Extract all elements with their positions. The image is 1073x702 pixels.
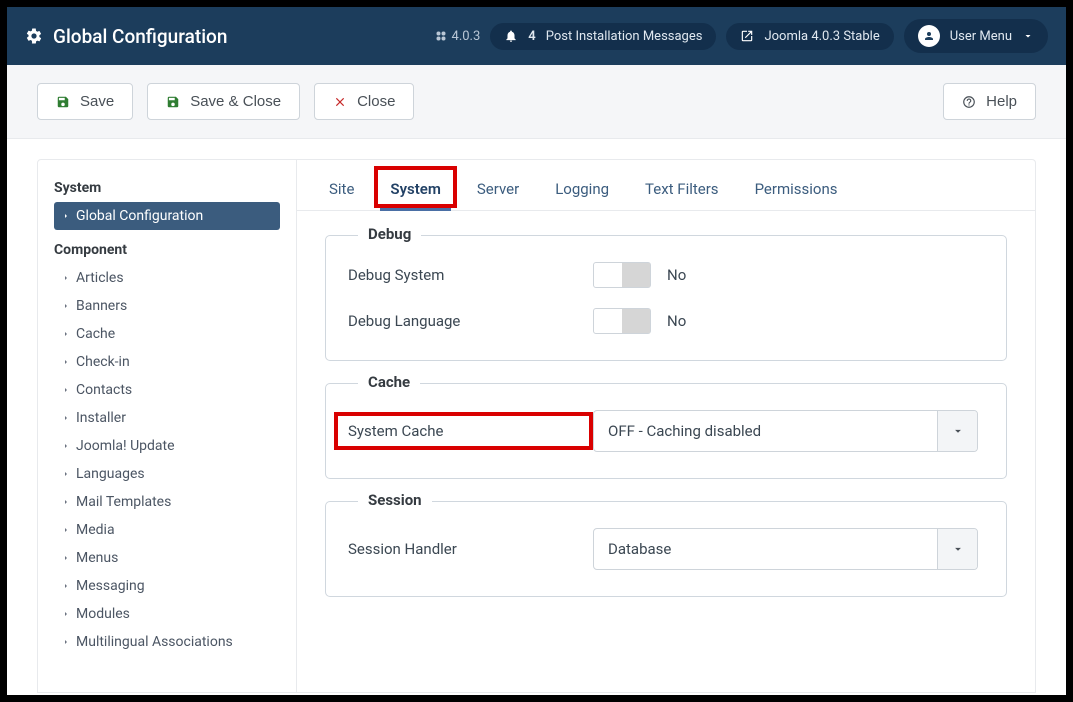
question-icon xyxy=(962,95,976,109)
notification-count: 4 xyxy=(528,29,535,44)
page-title: Global Configuration xyxy=(53,25,227,48)
sidebar-section-system: System xyxy=(54,180,280,196)
user-icon xyxy=(923,30,935,42)
tab-permissions[interactable]: Permissions xyxy=(751,174,842,210)
label-session-handler: Session Handler xyxy=(348,540,593,558)
value-debug-system: No xyxy=(667,266,686,284)
chevron-right-icon xyxy=(62,470,70,478)
chevron-right-icon xyxy=(62,274,70,282)
notifications-label: Post Installation Messages xyxy=(546,29,703,44)
sidebar-item-languages[interactable]: Languages xyxy=(54,460,280,488)
sidebar-item-cache[interactable]: Cache xyxy=(54,320,280,348)
label-system-cache: System Cache xyxy=(334,412,593,450)
highlight-box xyxy=(374,166,456,208)
user-menu-pill[interactable]: User Menu xyxy=(904,19,1048,53)
stable-pill[interactable]: Joomla 4.0.3 Stable xyxy=(726,23,893,50)
chevron-right-icon xyxy=(62,386,70,394)
chevron-right-icon xyxy=(62,610,70,618)
chevron-down-icon xyxy=(1022,30,1034,42)
stable-label: Joomla 4.0.3 Stable xyxy=(764,29,879,44)
help-button[interactable]: Help xyxy=(943,83,1036,120)
legend-debug: Debug xyxy=(358,225,421,243)
chevron-right-icon xyxy=(62,638,70,646)
chevron-down-icon xyxy=(937,411,977,451)
sidebar-item-check-in[interactable]: Check-in xyxy=(54,348,280,376)
sidebar-item-installer[interactable]: Installer xyxy=(54,404,280,432)
save-icon xyxy=(166,95,180,109)
topbar-right: 4.0.3 4 Post Installation Messages Jooml… xyxy=(435,19,1048,53)
joomla-icon xyxy=(435,30,447,42)
fieldset-cache: Cache System Cache OFF - Caching disable… xyxy=(325,383,1007,479)
action-toolbar: Save Save & Close Close Help xyxy=(7,65,1066,139)
notifications-pill[interactable]: 4 Post Installation Messages xyxy=(490,23,716,50)
fieldset-session: Session Session Handler Database xyxy=(325,501,1007,597)
tabs: Site System Server Logging Text Filters … xyxy=(297,160,1035,211)
chevron-right-icon xyxy=(62,554,70,562)
toggle-debug-language[interactable] xyxy=(593,308,651,334)
label-debug-language: Debug Language xyxy=(348,312,593,330)
select-value-system-cache: OFF - Caching disabled xyxy=(608,422,761,440)
chevron-right-icon xyxy=(62,526,70,534)
main-panel: Site System Server Logging Text Filters … xyxy=(297,159,1036,693)
select-system-cache[interactable]: OFF - Caching disabled xyxy=(593,410,978,452)
legend-session: Session xyxy=(358,491,432,509)
sidebar-item-articles[interactable]: Articles xyxy=(54,264,280,292)
external-link-icon xyxy=(740,29,754,43)
tab-logging[interactable]: Logging xyxy=(551,174,613,210)
chevron-right-icon xyxy=(62,442,70,450)
chevron-right-icon xyxy=(62,582,70,590)
sidebar-item-modules[interactable]: Modules xyxy=(54,600,280,628)
gear-icon xyxy=(25,27,43,45)
sidebar-item-multilingual-associations[interactable]: Multilingual Associations xyxy=(54,628,280,656)
sidebar-item-mail-templates[interactable]: Mail Templates xyxy=(54,488,280,516)
tab-server[interactable]: Server xyxy=(473,174,523,210)
value-debug-language: No xyxy=(667,312,686,330)
user-menu-label: User Menu xyxy=(950,29,1012,44)
label-debug-system: Debug System xyxy=(348,266,593,284)
sidebar-item-global-configuration[interactable]: Global Configuration xyxy=(54,202,280,230)
row-session-handler: Session Handler Database xyxy=(348,528,984,570)
select-value-session-handler: Database xyxy=(608,540,671,558)
chevron-right-icon xyxy=(62,498,70,506)
chevron-right-icon xyxy=(62,212,70,220)
topbar: Global Configuration 4.0.3 4 Post Instal… xyxy=(7,7,1066,65)
row-system-cache: System Cache OFF - Caching disabled xyxy=(348,410,984,452)
sidebar-section-component: Component xyxy=(54,242,280,258)
chevron-right-icon xyxy=(62,330,70,338)
row-debug-system: Debug System No xyxy=(348,262,984,288)
save-icon xyxy=(56,95,70,109)
tab-text-filters[interactable]: Text Filters xyxy=(641,174,723,210)
toggle-debug-system[interactable] xyxy=(593,262,651,288)
chevron-right-icon xyxy=(62,302,70,310)
legend-cache: Cache xyxy=(358,373,420,391)
bell-icon xyxy=(504,29,518,43)
page-title-wrap: Global Configuration xyxy=(25,25,435,48)
sidebar-item-banners[interactable]: Banners xyxy=(54,292,280,320)
save-button[interactable]: Save xyxy=(37,83,133,120)
tab-system[interactable]: System xyxy=(386,174,444,210)
sidebar-item-joomla-update[interactable]: Joomla! Update xyxy=(54,432,280,460)
form-area: Debug Debug System No Debug Language xyxy=(297,211,1035,621)
save-close-button[interactable]: Save & Close xyxy=(147,83,300,120)
body-area: System Global Configuration Component Ar… xyxy=(7,139,1066,693)
user-avatar xyxy=(918,25,940,47)
select-session-handler[interactable]: Database xyxy=(593,528,978,570)
chevron-right-icon xyxy=(62,414,70,422)
sidebar-item-contacts[interactable]: Contacts xyxy=(54,376,280,404)
fieldset-debug: Debug Debug System No Debug Language xyxy=(325,235,1007,361)
chevron-down-icon xyxy=(937,529,977,569)
chevron-right-icon xyxy=(62,358,70,366)
tab-site[interactable]: Site xyxy=(325,174,358,210)
close-icon xyxy=(333,95,347,109)
row-debug-language: Debug Language No xyxy=(348,308,984,334)
sidebar: System Global Configuration Component Ar… xyxy=(37,159,297,693)
sidebar-item-messaging[interactable]: Messaging xyxy=(54,572,280,600)
close-button[interactable]: Close xyxy=(314,83,414,120)
sidebar-item-media[interactable]: Media xyxy=(54,516,280,544)
sidebar-item-menus[interactable]: Menus xyxy=(54,544,280,572)
version-tag: 4.0.3 xyxy=(435,29,481,44)
